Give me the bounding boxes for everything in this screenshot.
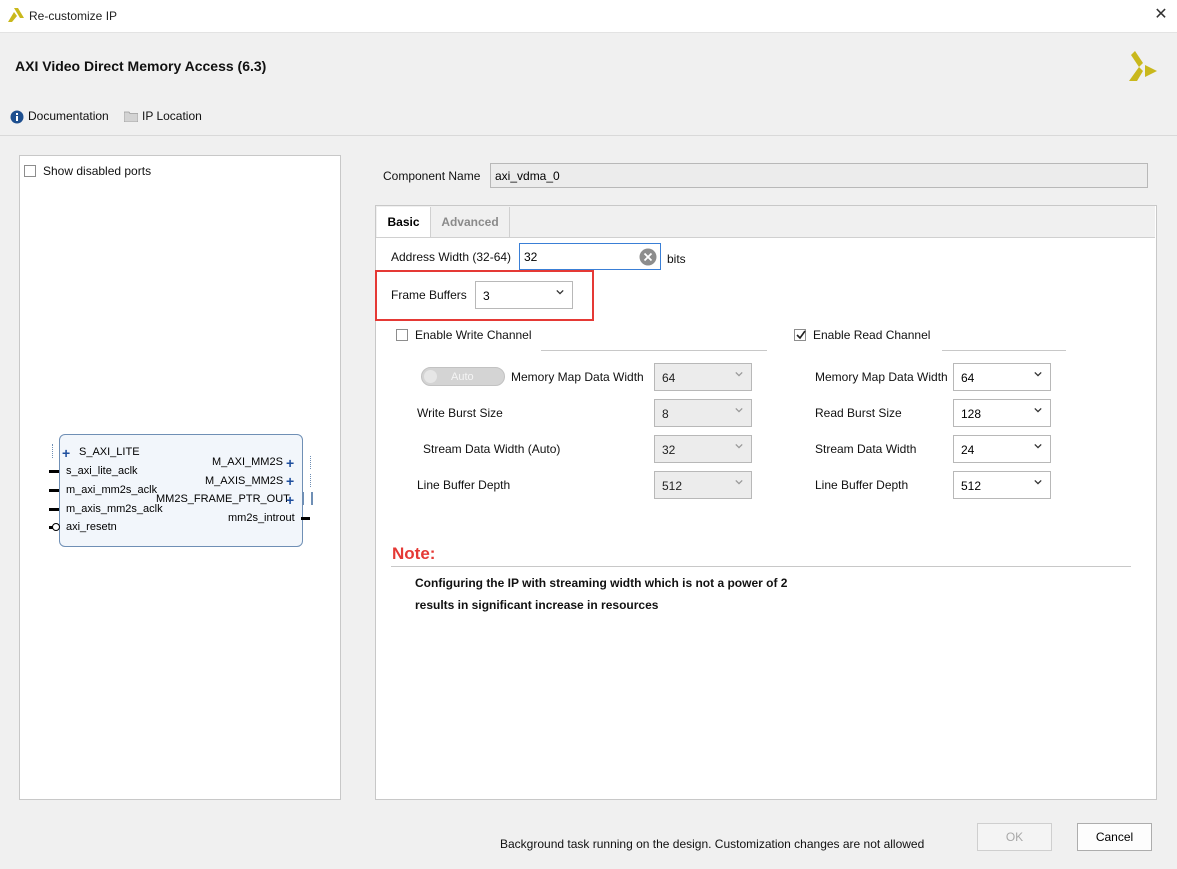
read-mm-width-dropdown[interactable]: 64 [953,363,1051,391]
read-stream-width-dropdown[interactable]: 24 [953,435,1051,463]
frame-buffers-label: Frame Buffers [391,288,467,302]
note-line-1: Configuring the IP with streaming width … [415,576,788,590]
expand-plus-icon[interactable]: + [286,493,294,507]
checkmark-icon [796,330,806,340]
show-disabled-ports-checkbox[interactable] [24,165,36,177]
note-title: Note: [392,544,436,563]
port-s-axi-lite-aclk: s_axi_lite_aclk [66,465,138,477]
component-name-label: Component Name [383,169,481,183]
write-line-buffer-label: Line Buffer Depth [417,478,511,492]
pin [49,470,59,473]
enable-read-channel-label: Enable Read Channel [813,328,931,342]
write-line-buffer-value: 512 [662,479,683,493]
documentation-link[interactable]: Documentation [28,109,109,123]
read-stream-width-label: Stream Data Width [815,442,917,456]
reset-pin-bubble-icon [52,523,60,531]
s-axi-lite-bus-pin [52,444,60,458]
port-mm2s-frame-ptr-out: MM2S_FRAME_PTR_OUT [156,493,290,505]
component-name-value: axi_vdma_0 [495,169,560,183]
read-mm-width-value: 64 [961,371,975,385]
read-burst-size-value: 128 [961,407,982,421]
read-stream-width-value: 24 [961,443,975,457]
read-mm-width-label: Memory Map Data Width [815,370,948,384]
enable-read-channel-checkbox[interactable] [794,329,806,341]
chevron-down-icon [556,289,564,295]
pin [49,508,59,511]
ip-location-link[interactable]: IP Location [142,109,202,123]
chevron-down-icon [735,443,743,449]
divider [942,350,1066,351]
port-m-axi-mm2s: M_AXI_MM2S [212,456,283,468]
enable-write-channel-checkbox[interactable] [396,329,408,341]
bus-pin [302,456,311,469]
show-disabled-ports-label: Show disabled ports [43,164,152,178]
expand-plus-icon[interactable]: + [286,456,294,470]
port-m-axi-mm2s-aclk: m_axi_mm2s_aclk [66,484,158,496]
address-width-value: 32 [524,250,538,264]
chevron-down-icon [1034,407,1042,413]
write-mm-width-dropdown[interactable]: 64 [654,363,752,391]
write-burst-size-label: Write Burst Size [417,406,503,420]
read-burst-size-label: Read Burst Size [815,406,902,420]
enable-write-channel-label: Enable Write Channel [415,328,532,342]
auto-toggle[interactable]: Auto [421,367,505,386]
port-axi-resetn: axi_resetn [66,521,117,533]
pin [49,489,59,492]
component-name-field[interactable]: axi_vdma_0 [490,163,1148,188]
ok-button[interactable]: OK [977,823,1052,851]
expand-plus-icon[interactable]: + [62,446,70,460]
status-message: Background task running on the design. C… [500,837,925,851]
write-burst-size-value: 8 [662,407,669,421]
frame-buffers-value: 3 [483,289,490,303]
port-s-axi-lite: S_AXI_LITE [79,446,140,458]
read-line-buffer-dropdown[interactable]: 512 [953,471,1051,499]
port-m-axis-mm2s-aclk: m_axis_mm2s_aclk [66,503,163,515]
auto-toggle-label: Auto [451,371,474,383]
cancel-button[interactable]: Cancel [1077,823,1152,851]
chevron-down-icon [735,479,743,485]
read-line-buffer-label: Line Buffer Depth [815,478,909,492]
folder-icon [124,111,138,122]
write-stream-width-dropdown[interactable]: 32 [654,435,752,463]
title-bar [0,0,1177,33]
window-title: Re-customize IP [29,9,118,23]
write-line-buffer-dropdown[interactable]: 512 [654,471,752,499]
write-burst-size-dropdown[interactable]: 8 [654,399,752,427]
tab-basic[interactable]: Basic [377,207,431,237]
chevron-down-icon [735,407,743,413]
write-mm-width-label: Memory Map Data Width [511,370,644,384]
chevron-down-icon [1034,479,1042,485]
port-m-axis-mm2s: M_AXIS_MM2S [205,475,284,487]
bus-pin [302,474,311,487]
write-mm-width-value: 64 [662,371,676,385]
note-line-2: results in significant increase in resou… [415,598,659,612]
write-stream-width-label: Stream Data Width (Auto) [423,442,561,456]
pin [301,517,310,520]
expand-plus-icon[interactable]: + [286,474,294,488]
close-button[interactable]: ✕ [1150,4,1172,26]
xilinx-brand-logo-icon [1129,51,1157,81]
tab-advanced[interactable]: Advanced [431,207,510,237]
clear-input-icon[interactable] [639,248,657,266]
frame-buffers-dropdown[interactable]: 3 [475,281,573,309]
bus-pin [302,492,313,505]
chevron-down-icon [1034,443,1042,449]
divider [391,566,1131,567]
xilinx-logo-icon [8,8,24,22]
write-stream-width-value: 32 [662,443,676,457]
address-width-label: Address Width (32-64) [391,250,512,264]
chevron-down-icon [1034,371,1042,377]
ip-title: AXI Video Direct Memory Access (6.3) [15,58,267,74]
info-icon [10,110,24,124]
bits-label: bits [667,252,686,266]
divider [541,350,767,351]
port-mm2s-introut: mm2s_introut [228,512,295,524]
read-line-buffer-value: 512 [961,479,982,493]
read-burst-size-dropdown[interactable]: 128 [953,399,1051,427]
toggle-knob [424,370,437,383]
chevron-down-icon [735,371,743,377]
